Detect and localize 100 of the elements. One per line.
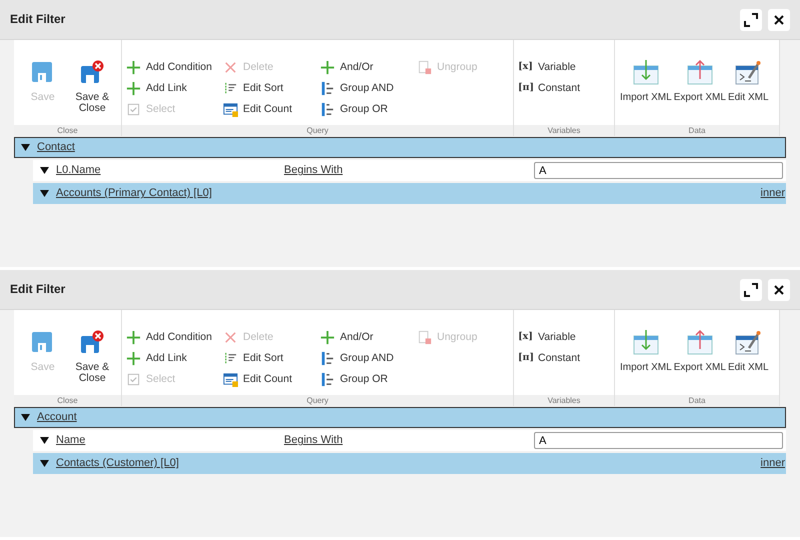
save-close-icon bbox=[79, 330, 106, 356]
ribbon-button[interactable]: Export XML bbox=[672, 330, 727, 395]
group-label: Close bbox=[14, 395, 121, 406]
sort-icon bbox=[223, 351, 238, 366]
close-button[interactable] bbox=[768, 8, 790, 30]
plus-icon bbox=[126, 81, 141, 96]
import-icon bbox=[632, 60, 659, 86]
ribbon-button[interactable]: Import XML bbox=[619, 330, 673, 395]
ribbon-button[interactable]: And/Or bbox=[320, 330, 417, 346]
group-label: Query bbox=[122, 125, 513, 136]
ribbon-button[interactable]: Add Condition bbox=[126, 330, 223, 346]
tree-row[interactable]: L0.Name Begins With A bbox=[33, 160, 786, 181]
ungroup-icon bbox=[417, 330, 432, 345]
expand-down-icon[interactable] bbox=[40, 166, 49, 175]
ungroup-icon bbox=[417, 60, 432, 75]
maximize-button[interactable] bbox=[740, 278, 762, 300]
group-label: Query bbox=[122, 395, 513, 406]
checkbox-icon bbox=[126, 102, 141, 117]
ribbon-button[interactable]: And/Or bbox=[320, 60, 417, 76]
link-entity-link[interactable]: Accounts (Primary Contact) [L0] bbox=[56, 185, 212, 202]
dialog-title: Edit Filter bbox=[10, 12, 66, 27]
ribbon-button[interactable]: Edit Count bbox=[223, 102, 320, 118]
close-icon bbox=[223, 60, 238, 75]
close-icon bbox=[774, 284, 784, 294]
group-label: Close bbox=[14, 125, 121, 136]
group-icon bbox=[320, 102, 335, 117]
export-icon bbox=[686, 330, 713, 356]
entity-link[interactable]: Contact bbox=[37, 139, 75, 156]
ribbon-button[interactable]: Edit XML bbox=[726, 60, 770, 125]
group-label: Data bbox=[615, 395, 779, 406]
ribbon-button[interactable]: Group AND bbox=[320, 81, 417, 97]
ribbon-button[interactable]: Add Condition bbox=[126, 60, 223, 76]
ribbon-button[interactable]: Group OR bbox=[320, 372, 417, 388]
operator-link[interactable]: Begins With bbox=[284, 432, 343, 449]
ribbon-button[interactable]: Group AND bbox=[320, 351, 417, 367]
plus-icon bbox=[320, 60, 335, 75]
group-icon bbox=[320, 351, 335, 366]
close-button[interactable] bbox=[768, 278, 790, 300]
link-entity-link[interactable]: Contacts (Customer) [L0] bbox=[56, 455, 179, 472]
save-close-icon bbox=[79, 60, 106, 86]
entity-link[interactable]: Account bbox=[37, 409, 77, 426]
join-type-link[interactable]: inner bbox=[760, 185, 785, 202]
ribbon-button[interactable]: Import XML bbox=[619, 60, 673, 125]
maximize-button[interactable] bbox=[740, 8, 762, 30]
ribbon-button[interactable]: Edit Sort bbox=[223, 351, 320, 367]
ribbon-button[interactable]: Edit Count bbox=[223, 372, 320, 388]
ribbon-button[interactable]: Group OR bbox=[320, 102, 417, 118]
maximize-icon bbox=[744, 12, 758, 26]
group-label: Variables bbox=[514, 395, 614, 406]
plus-icon bbox=[126, 330, 141, 345]
checkbox-icon bbox=[126, 372, 141, 387]
ribbon-button[interactable]: [x] Variable bbox=[518, 60, 615, 76]
tree-row[interactable]: Account bbox=[14, 407, 786, 428]
table-icon bbox=[223, 372, 238, 387]
value-field[interactable]: A bbox=[534, 162, 783, 179]
group-label: Data bbox=[615, 125, 779, 136]
plus-icon bbox=[126, 351, 141, 366]
edit-xml-icon bbox=[735, 330, 762, 356]
group-label: Variables bbox=[514, 125, 614, 136]
operator-link[interactable]: Begins With bbox=[284, 162, 343, 179]
group-icon bbox=[320, 372, 335, 387]
expand-down-icon[interactable] bbox=[40, 436, 49, 445]
ribbon-button[interactable]: Add Link bbox=[126, 81, 223, 97]
ribbon-button[interactable]: [π] Constant bbox=[518, 351, 615, 367]
ribbon-button[interactable]: Save & Close bbox=[68, 330, 117, 395]
tree-row[interactable]: Contacts (Customer) [L0] inner bbox=[33, 453, 786, 474]
close-icon bbox=[774, 14, 784, 24]
field-link[interactable]: Name bbox=[56, 432, 284, 449]
ribbon-button[interactable]: Add Link bbox=[126, 351, 223, 367]
ribbon-button[interactable]: [π] Constant bbox=[518, 81, 615, 97]
glyph-icon: [x] bbox=[518, 330, 533, 344]
glyph-icon: [π] bbox=[518, 81, 533, 95]
field-link[interactable]: L0.Name bbox=[56, 162, 284, 179]
table-icon bbox=[223, 102, 238, 117]
export-icon bbox=[686, 60, 713, 86]
tree-row[interactable]: Contact bbox=[14, 137, 786, 158]
ribbon-button[interactable]: Save & Close bbox=[68, 60, 117, 125]
close-icon bbox=[223, 330, 238, 345]
group-icon bbox=[320, 81, 335, 96]
expand-down-icon[interactable] bbox=[40, 459, 49, 468]
tree-row[interactable]: Accounts (Primary Contact) [L0] inner bbox=[33, 183, 786, 204]
glyph-icon: [π] bbox=[518, 351, 533, 365]
join-type-link[interactable]: inner bbox=[760, 455, 785, 472]
plus-icon bbox=[320, 330, 335, 345]
import-icon bbox=[632, 330, 659, 356]
expand-down-icon[interactable] bbox=[40, 189, 49, 198]
ribbon-button[interactable]: Export XML bbox=[672, 60, 727, 125]
value-field[interactable]: A bbox=[534, 432, 783, 449]
plus-icon bbox=[126, 60, 141, 75]
edit-xml-icon bbox=[735, 60, 762, 86]
tree-row[interactable]: Name Begins With A bbox=[33, 430, 786, 451]
maximize-icon bbox=[744, 282, 758, 296]
ribbon-button[interactable]: [x] Variable bbox=[518, 330, 615, 346]
ribbon-button[interactable]: Edit Sort bbox=[223, 81, 320, 97]
glyph-icon: [x] bbox=[518, 60, 533, 74]
ribbon-button[interactable]: Edit XML bbox=[726, 330, 770, 395]
expand-down-icon[interactable] bbox=[21, 143, 30, 152]
dialog-title: Edit Filter bbox=[10, 282, 66, 297]
expand-down-icon[interactable] bbox=[21, 413, 30, 422]
sort-icon bbox=[223, 81, 238, 96]
